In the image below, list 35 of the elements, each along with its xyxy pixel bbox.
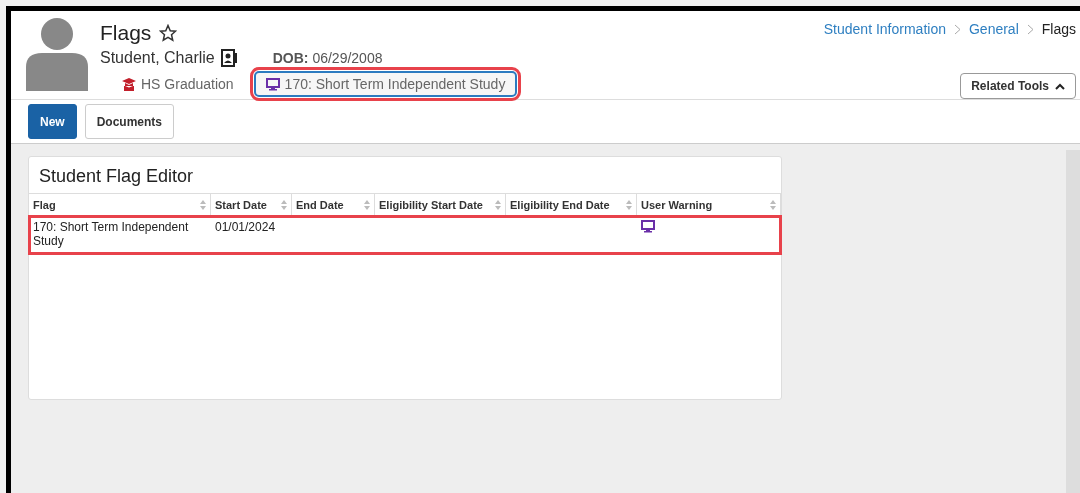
student-detail: DOB: 06/29/2008 (272, 50, 383, 66)
chevron-right-icon (953, 23, 961, 35)
page-title: Flags (100, 21, 152, 45)
monitor-icon (641, 220, 655, 233)
table-row[interactable]: 170: Short Term Independent Study 01/01/2024 (29, 216, 781, 254)
star-icon[interactable] (159, 24, 178, 42)
documents-button[interactable]: Documents (84, 104, 175, 139)
sort-icon[interactable] (200, 200, 206, 210)
graduation-cap-icon (122, 77, 136, 91)
sort-icon[interactable] (364, 200, 370, 210)
column-header[interactable]: Eligibility Start Date (375, 193, 506, 216)
student-name: Student, Charlie (100, 49, 215, 67)
breadcrumb-link[interactable]: Student Information (823, 21, 946, 37)
table-cell-text: 170: Short Term Independent Study (32, 220, 190, 248)
column-header[interactable]: Eligibility End Date (506, 193, 637, 216)
table-cell-text: 01/01/2024 (214, 220, 277, 236)
avatar-icon (26, 17, 88, 91)
chevron-right-icon (1026, 23, 1034, 35)
column-header[interactable]: End Date (292, 193, 375, 216)
program-badge[interactable]: HS Graduation (110, 71, 246, 97)
column-header[interactable]: Start Date (211, 193, 292, 216)
column-header[interactable]: User Warning (637, 193, 781, 216)
breadcrumb-link[interactable]: Flags (1041, 21, 1076, 37)
contact-card-icon[interactable] (220, 49, 237, 67)
sort-icon[interactable] (770, 200, 776, 210)
breadcrumb-link[interactable]: General (968, 21, 1019, 37)
monitor-icon (265, 77, 280, 91)
new-button[interactable]: New (28, 104, 77, 139)
related-tools-button[interactable]: Related Tools (960, 73, 1076, 99)
panel-title: Student Flag Editor (38, 165, 195, 188)
sort-icon[interactable] (281, 200, 287, 210)
sort-icon[interactable] (626, 200, 632, 210)
sort-icon[interactable] (495, 200, 501, 210)
column-header[interactable]: Flag (29, 193, 211, 216)
caret-icon (1055, 82, 1065, 90)
